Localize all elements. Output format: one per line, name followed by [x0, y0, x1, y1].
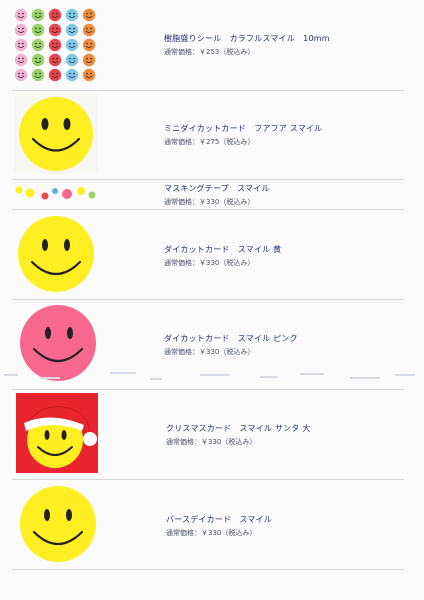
row-divider	[12, 209, 404, 210]
sticker-smiley-icon	[48, 23, 62, 37]
sticker-smiley-icon	[82, 53, 96, 67]
product-name[interactable]: 樹脂盛りシール カラフルスマイル 10mm	[164, 33, 330, 44]
row-divider	[12, 389, 404, 390]
sticker-smiley-icon	[31, 23, 45, 37]
sticker-smiley-icon	[65, 8, 79, 22]
sticker-smiley-icon	[14, 8, 28, 22]
product-image-masking-tape[interactable]	[14, 182, 98, 204]
sticker-smiley-icon	[31, 53, 45, 67]
product-name[interactable]: ミニダイカットカード フアフア スマイル	[164, 123, 322, 134]
masking-tape-graphic	[15, 186, 96, 200]
product-price: 通常価格：￥330（税込み）	[166, 529, 257, 537]
yellow-smiley-icon	[19, 97, 93, 171]
row-divider	[12, 569, 404, 570]
sticker-smiley-icon	[48, 53, 62, 67]
product-name[interactable]: ダイカットカード スマイル 黄	[164, 244, 281, 255]
product-image-santa-card[interactable]	[16, 393, 98, 473]
sticker-smiley-icon	[31, 8, 45, 22]
sticker-smiley-icon	[65, 68, 79, 82]
sticker-smiley-icon	[48, 8, 62, 22]
sticker-smiley-icon	[14, 68, 28, 82]
santa-smiley-icon	[24, 406, 97, 468]
product-price: 通常価格：￥330（税込み）	[166, 438, 257, 446]
sticker-smiley-icon	[65, 23, 79, 37]
sticker-smiley-icon	[82, 38, 96, 52]
sticker-smiley-icon	[82, 8, 96, 22]
product-price: 通常価格：￥330（税込み）	[164, 259, 255, 267]
sticker-sheet-graphic	[14, 8, 96, 82]
product-price: 通常価格：￥275（税込み）	[164, 138, 255, 146]
sticker-smiley-icon	[82, 23, 96, 37]
product-name[interactable]: クリスマスカード スマイル サンタ 大	[166, 423, 310, 434]
product-price: 通常価格：￥253（税込み）	[164, 48, 255, 56]
product-image-colorful-stickers[interactable]	[14, 8, 98, 84]
sticker-smiley-icon	[65, 53, 79, 67]
sticker-smiley-icon	[14, 53, 28, 67]
sticker-smiley-icon	[14, 38, 28, 52]
sticker-smiley-icon	[48, 38, 62, 52]
product-name[interactable]: マスキングテープ スマイル	[164, 183, 270, 194]
sticker-smiley-icon	[31, 68, 45, 82]
product-price: 通常価格：￥330（税込み）	[164, 348, 255, 356]
row-divider	[12, 299, 404, 300]
row-divider	[12, 90, 404, 91]
sticker-smiley-icon	[14, 23, 28, 37]
row-divider	[12, 479, 404, 480]
product-image-birthday-card[interactable]	[16, 484, 100, 564]
row-divider	[12, 179, 404, 180]
yellow-smiley-icon	[18, 216, 94, 292]
sticker-smiley-icon	[48, 68, 62, 82]
product-image-yellow-diecut[interactable]	[14, 214, 98, 294]
sticker-smiley-icon	[31, 38, 45, 52]
sticker-smiley-icon	[82, 68, 96, 82]
yellow-smiley-icon	[20, 486, 96, 562]
product-list-page: 樹脂盛りシール カラフルスマイル 10mm 通常価格：￥253（税込み） ミニダ…	[0, 0, 424, 600]
product-name[interactable]: ダイカットカード スマイル ピンク	[164, 333, 298, 344]
scan-noise-artifact	[4, 372, 415, 380]
product-price: 通常価格：￥330（税込み）	[164, 198, 255, 206]
sticker-smiley-icon	[65, 38, 79, 52]
product-name[interactable]: バースデイカード スマイル	[166, 514, 272, 525]
product-image-mini-diecut[interactable]	[14, 94, 98, 174]
